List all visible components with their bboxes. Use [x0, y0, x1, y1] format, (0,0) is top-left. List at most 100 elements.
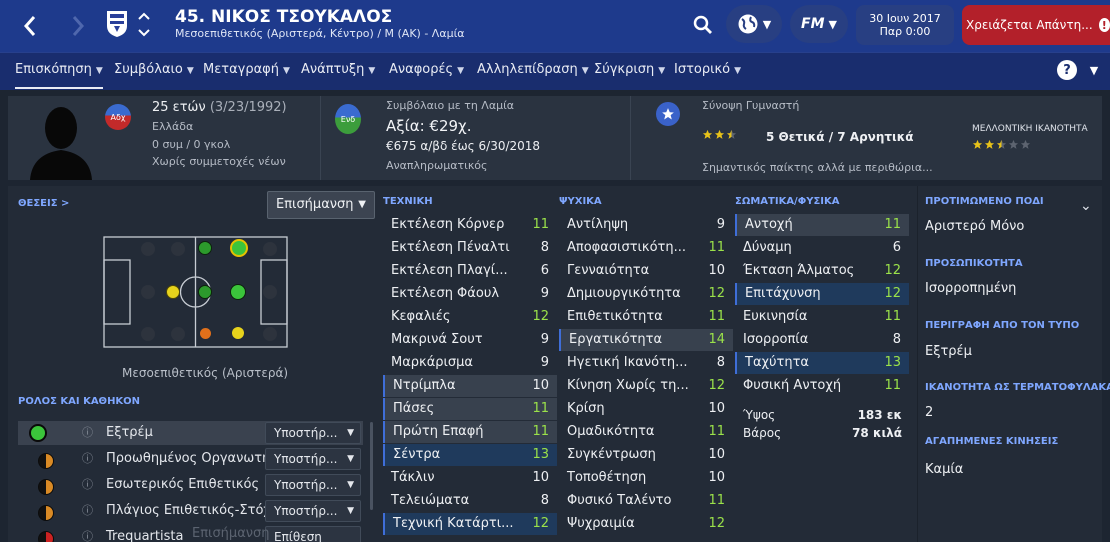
help-icon[interactable]: ? — [1057, 60, 1077, 80]
attribute-row[interactable]: Τοποθέτηση 10 — [559, 467, 733, 489]
attribute-row[interactable]: Συγκέντρωση 10 — [559, 444, 733, 466]
attribute-row[interactable]: Ομαδικότητα 11 — [559, 421, 733, 443]
personality-value: Ισορροπημένη — [925, 281, 1017, 296]
tab-development[interactable]: Ανάπτυξη ▼ — [301, 53, 375, 89]
role-duty-dropdown[interactable]: Υποστήρ... ▼ — [265, 474, 361, 496]
info-collapse-icon[interactable]: ⌄ — [1080, 198, 1092, 214]
next-player-icon[interactable] — [136, 26, 152, 40]
position-dot — [263, 285, 277, 299]
attribute-row[interactable]: Εκτέλεση Φάουλ 9 — [383, 283, 557, 305]
tab-contract[interactable]: Συμβόλαιο ▼ — [114, 53, 194, 89]
attribute-row[interactable]: Ταχύτητα 13 — [735, 352, 909, 374]
attribute-value: 10 — [708, 447, 725, 462]
attribute-row[interactable]: Ηγετική Ικανότη... 8 — [559, 352, 733, 374]
tab-overview[interactable]: Επισκόπηση ▼ — [15, 53, 103, 89]
physical-title: ΣΩΜΑΤΙΚΑ/ΦΥΣΙΚΑ — [735, 196, 840, 207]
attribute-value: 9 — [716, 217, 725, 232]
attribute-row[interactable]: Σέντρα 13 — [383, 444, 557, 466]
tab-label: Μεταγραφή — [203, 62, 279, 77]
fm-menu-button[interactable]: FM ▼ — [790, 5, 848, 43]
back-icon[interactable] — [14, 10, 46, 42]
attribute-row[interactable]: Γενναιότητα 10 — [559, 260, 733, 282]
page-title: 45. ΝΙΚΟΣ ΤΣΟΥΚΑΛΟΣ — [175, 7, 393, 27]
date-continue-button[interactable]: 30 Ιουν 2017 Παρ 0:00 — [856, 5, 954, 45]
role-row[interactable]: ⓘ Πλάγιος Επιθετικός-Στόχος Υποστήρ... ▼ — [18, 499, 363, 523]
attribute-row[interactable]: Μαρκάρισμα 9 — [383, 352, 557, 374]
attribute-row[interactable]: Πρώτη Επαφή 11 — [383, 421, 557, 443]
attribute-row[interactable]: Ισορροπία 8 — [735, 329, 909, 351]
role-name: Εσωτερικός Επιθετικός — [106, 477, 260, 492]
attribute-row[interactable]: Ντρίμπλα 10 — [383, 375, 557, 397]
attribute-row[interactable]: Κεφαλιές 12 — [383, 306, 557, 328]
chevron-down-icon[interactable]: ▼ — [1085, 61, 1103, 79]
role-row[interactable]: ⓘ Trequartista Επίθεση — [18, 525, 363, 542]
attribute-row[interactable]: Εκτέλεση Πέναλτι 8 — [383, 237, 557, 259]
role-row[interactable]: ⓘ Προωθημένος Οργανωτής Υποστήρ... ▼ — [18, 447, 363, 471]
attribute-row[interactable]: Τάκλιν 10 — [383, 467, 557, 489]
attribute-row[interactable]: Δύναμη 6 — [735, 237, 909, 259]
tab-history[interactable]: Ιστορικό ▼ — [674, 53, 741, 89]
role-duty: Υποστήρ... — [274, 478, 338, 492]
attribute-row[interactable]: Τεχνική Κατάρτι... 12 — [383, 513, 557, 535]
attribute-row[interactable]: Φυσική Αντοχή 11 — [735, 375, 909, 397]
attribute-row[interactable]: Κρίση 10 — [559, 398, 733, 420]
info-icon[interactable]: ⓘ — [82, 525, 93, 542]
attribute-row[interactable]: Φυσικό Ταλέντο 11 — [559, 490, 733, 512]
position-dot — [171, 327, 185, 341]
player-nationality[interactable]: Ελλάδα — [152, 120, 193, 133]
media-description-value: Εξτρέμ — [925, 344, 972, 359]
tab-reports[interactable]: Αναφορές ▼ — [389, 53, 464, 89]
attribute-name: Δύναμη — [743, 240, 792, 255]
attribute-row[interactable]: Αποφασιστικότη... 11 — [559, 237, 733, 259]
role-duty-dropdown[interactable]: Υποστήρ... ▼ — [265, 500, 361, 522]
attribute-row[interactable]: Επιθετικότητα 11 — [559, 306, 733, 328]
info-icon[interactable]: ⓘ — [82, 421, 93, 445]
positions-title[interactable]: ΘΕΣΕΙΣ > — [18, 198, 69, 209]
previous-player-icon[interactable] — [136, 9, 152, 23]
attribute-row[interactable]: Αντίληψη 9 — [559, 214, 733, 236]
tab-comparison[interactable]: Σύγκριση ▼ — [594, 53, 665, 89]
attribute-row[interactable]: Αντοχή 11 — [735, 214, 909, 236]
attribute-row[interactable]: Τελειώματα 8 — [383, 490, 557, 512]
attribute-value: 13 — [532, 447, 549, 462]
forward-icon[interactable] — [62, 10, 94, 42]
attribute-row[interactable]: Μακρινά Σουτ 9 — [383, 329, 557, 351]
role-row[interactable]: ⓘ Εσωτερικός Επιθετικός Υποστήρ... ▼ — [18, 473, 363, 497]
world-menu-button[interactable]: ▼ — [726, 5, 782, 43]
attribute-row[interactable]: Εκτέλεση Πλαγί... 6 — [383, 260, 557, 282]
role-duty-dropdown[interactable]: Επίθεση — [265, 526, 361, 542]
star-icon — [1008, 139, 1019, 149]
highlight-dropdown[interactable]: Επισήμανση ▼ — [267, 191, 375, 219]
position-dot — [198, 241, 212, 255]
info-icon[interactable]: ⓘ — [82, 499, 93, 523]
attribute-row[interactable]: Κίνηση Χωρίς τη... 12 — [559, 375, 733, 397]
attribute-name: Εκτέλεση Κόρνερ — [391, 217, 505, 232]
attribute-row[interactable]: Εργατικότητα 14 — [559, 329, 733, 351]
attribute-row[interactable]: Έκταση Άλματος 12 — [735, 260, 909, 282]
attribute-name: Πάσες — [393, 401, 435, 416]
info-icon[interactable]: ⓘ — [82, 447, 93, 471]
attribute-row[interactable]: Δημιουργικότητα 12 — [559, 283, 733, 305]
attribute-row[interactable]: Επιτάχυνση 12 — [735, 283, 909, 305]
potential-label: ΜΕΛΛΟΝΤΙΚΗ ΙΚΑΝΟΤΗΤΑ — [972, 124, 1088, 134]
attribute-value: 11 — [884, 217, 901, 232]
info-icon[interactable]: ⓘ — [82, 473, 93, 497]
tab-transfer[interactable]: Μεταγραφή ▼ — [203, 53, 290, 89]
attribute-value: 12 — [532, 516, 549, 531]
role-duty-dropdown[interactable]: Υποστήρ... ▼ — [265, 422, 361, 444]
tab-interaction[interactable]: Αλληλεπίδραση ▼ — [477, 53, 589, 89]
potential-ability-stars — [972, 139, 1036, 151]
goalkeeper-ability-label: ΙΚΑΝΟΤΗΤΑ ΩΣ ΤΕΡΜΑΤΟΦΥΛΑΚΑΣ — [925, 382, 1110, 393]
search-icon[interactable] — [690, 12, 716, 38]
attribute-row[interactable]: Ψυχραιμία 12 — [559, 513, 733, 535]
role-duty: Υποστήρ... — [274, 504, 338, 518]
attribute-row[interactable]: Εκτέλεση Κόρνερ 11 — [383, 214, 557, 236]
attribute-row[interactable]: Ευκινησία 11 — [735, 306, 909, 328]
role-duty-dropdown[interactable]: Υποστήρ... ▼ — [265, 448, 361, 470]
roles-scrollbar[interactable] — [370, 422, 373, 510]
role-duty: Επίθεση — [274, 530, 322, 542]
role-row[interactable]: ⓘ Εξτρέμ Υποστήρ... ▼ — [18, 421, 363, 445]
attribute-row[interactable]: Πάσες 11 — [383, 398, 557, 420]
chevron-down-icon: ▼ — [581, 66, 589, 76]
alert-button[interactable]: Χρειάζεται Απάντη... ! — [962, 5, 1110, 45]
